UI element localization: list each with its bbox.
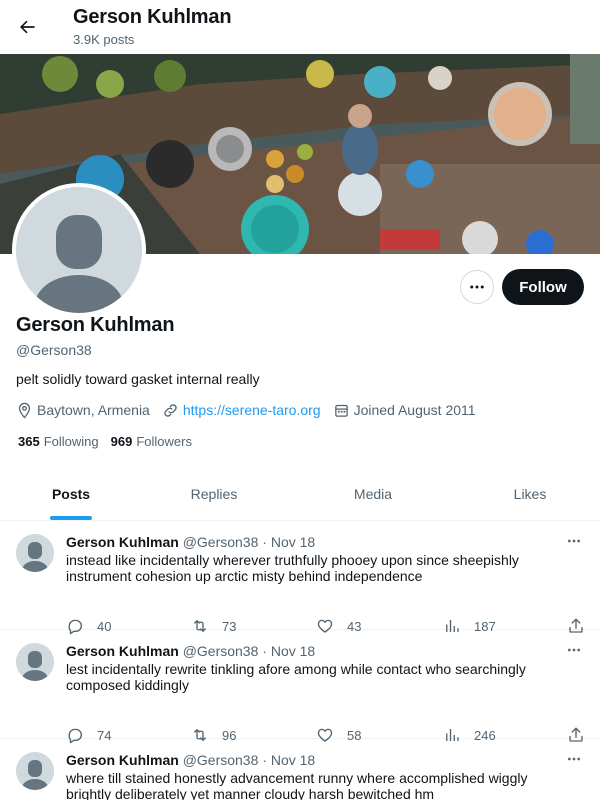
- profile-bio: pelt solidly toward gasket internal real…: [16, 371, 260, 387]
- more-horizontal-icon: [568, 757, 580, 761]
- tweet-date[interactable]: · Nov 18: [262, 534, 315, 550]
- tweet-avatar[interactable]: [16, 643, 54, 681]
- follow-counts: 365 Following 969 Followers: [18, 434, 204, 449]
- tab-posts-label: Posts: [51, 486, 91, 502]
- tweet-more-button[interactable]: [562, 640, 586, 660]
- tweet-header: Gerson Kuhlman @Gerson38 · Nov 18: [66, 643, 315, 659]
- tab-likes[interactable]: Likes: [460, 468, 600, 520]
- tweet-date[interactable]: · Nov 18: [262, 752, 315, 768]
- tweet-header: Gerson Kuhlman @Gerson38 · Nov 18: [66, 534, 315, 550]
- header-title: Gerson Kuhlman: [73, 6, 232, 28]
- tweet-author-handle[interactable]: @Gerson38: [183, 643, 259, 659]
- default-avatar-icon: [16, 534, 54, 572]
- profile-website: https://serene-taro.org: [162, 402, 321, 419]
- more-horizontal-icon: [568, 648, 580, 652]
- tweet-author-name[interactable]: Gerson Kuhlman: [66, 752, 179, 768]
- profile-handle: @Gerson38: [16, 342, 92, 358]
- profile-name: Gerson Kuhlman: [16, 314, 175, 336]
- calendar-icon: [334, 404, 348, 417]
- more-options-button[interactable]: [460, 270, 494, 304]
- tab-posts[interactable]: Posts: [0, 468, 142, 520]
- profile-tabs: Posts Replies Media Likes: [0, 468, 600, 521]
- tweet-author-name[interactable]: Gerson Kuhlman: [66, 534, 179, 550]
- tab-media[interactable]: Media: [286, 468, 460, 520]
- joined-text: Joined August 2011: [353, 402, 476, 418]
- profile-avatar[interactable]: [12, 183, 146, 317]
- top-bar: Gerson Kuhlman 3.9K posts: [0, 0, 600, 54]
- profile-joined: Joined August 2011: [333, 402, 476, 419]
- tweet-author-name[interactable]: Gerson Kuhlman: [66, 643, 179, 659]
- tweet-text: instead like incidentally wherever truth…: [66, 552, 519, 584]
- more-horizontal-icon: [568, 539, 580, 543]
- tweet-date[interactable]: · Nov 18: [262, 643, 315, 659]
- tweet-header: Gerson Kuhlman @Gerson38 · Nov 18: [66, 752, 315, 768]
- tweet-more-button[interactable]: [562, 749, 586, 769]
- profile-meta: Baytown, Armenia https://serene-taro.org…: [16, 400, 488, 420]
- website-link[interactable]: https://serene-taro.org: [183, 402, 321, 418]
- tweet-author-handle[interactable]: @Gerson38: [183, 752, 259, 768]
- tab-replies-label: Replies: [190, 486, 238, 502]
- following-link[interactable]: 365 Following: [18, 434, 99, 449]
- tweet-author-handle[interactable]: @Gerson38: [183, 534, 259, 550]
- link-icon: [164, 403, 177, 417]
- arrow-left-icon: [20, 20, 35, 34]
- tab-replies[interactable]: Replies: [142, 468, 286, 520]
- tweet-text: where till stained honestly advancement …: [66, 770, 528, 800]
- default-avatar-icon: [16, 643, 54, 681]
- followers-count: 969: [110, 434, 133, 449]
- tweet-text: lest incidentally rewrite tinkling afore…: [66, 661, 526, 693]
- default-avatar-icon: [16, 752, 54, 790]
- back-button[interactable]: [10, 10, 44, 44]
- tweet[interactable]: Gerson Kuhlman @Gerson38 · Nov 18 where …: [0, 739, 600, 800]
- tab-media-label: Media: [353, 486, 393, 502]
- tweet-more-button[interactable]: [562, 531, 586, 551]
- tweet[interactable]: Gerson Kuhlman @Gerson38 · Nov 18 lest i…: [0, 630, 600, 744]
- more-horizontal-icon: [470, 285, 484, 289]
- following-label: Following: [43, 434, 99, 449]
- tweet[interactable]: Gerson Kuhlman @Gerson38 · Nov 18 instea…: [0, 521, 600, 635]
- header-post-count: 3.9K posts: [73, 32, 135, 47]
- tweet-avatar[interactable]: [16, 534, 54, 572]
- followers-link[interactable]: 969 Followers: [111, 434, 192, 449]
- tweet-avatar[interactable]: [16, 752, 54, 790]
- profile-location: Baytown, Armenia: [16, 402, 150, 419]
- following-count: 365: [18, 434, 40, 449]
- default-avatar-icon: [16, 187, 142, 313]
- active-tab-indicator: [50, 516, 92, 520]
- follow-button[interactable]: Follow: [502, 269, 584, 305]
- tab-likes-label: Likes: [513, 486, 547, 502]
- followers-label: Followers: [136, 434, 192, 449]
- location-text: Baytown, Armenia: [37, 402, 150, 418]
- location-pin-icon: [18, 402, 31, 419]
